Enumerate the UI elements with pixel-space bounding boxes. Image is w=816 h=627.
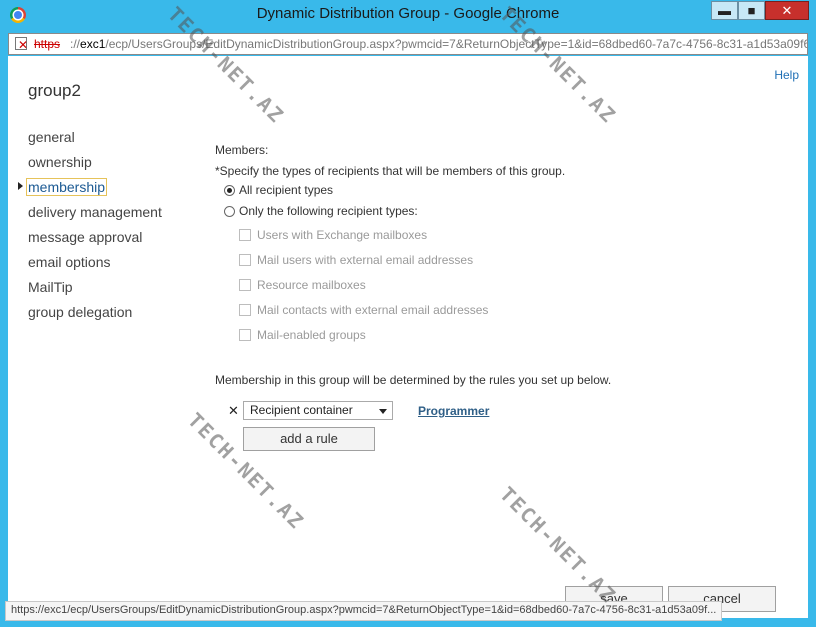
nav-item-delivery-management[interactable]: delivery management [28,203,162,228]
checkbox-icon [239,329,251,341]
nav-item-label: general [28,129,75,145]
checkbox-icon [239,304,251,316]
nav-item-label: membership [26,178,108,196]
address-scheme: https [34,37,61,51]
nav-item-membership[interactable]: membership [18,178,162,203]
status-bar-url: https://exc1/ecp/UsersGroups/EditDynamic… [5,601,723,621]
checkbox-mail-users-external[interactable]: Mail users with external email addresses [239,253,473,267]
radio-selected-icon [224,185,235,196]
rules-note: Membership in this group will be determi… [215,373,612,387]
rule-condition-value: Recipient container [250,403,353,417]
maximize-button[interactable]: ■ [738,1,765,20]
browser-window: Dynamic Distribution Group - Google Chro… [0,0,816,627]
nav-item-message-approval[interactable]: message approval [28,228,162,253]
address-separator: :// [70,37,81,51]
nav-item-label: delivery management [28,204,162,220]
members-heading: Members: [215,143,269,157]
nav-item-label: group delegation [28,304,133,320]
checkbox-label: Mail-enabled groups [257,328,366,342]
checkbox-users-exchange-mailboxes[interactable]: Users with Exchange mailboxes [239,228,427,242]
nav-item-ownership[interactable]: ownership [28,153,162,178]
page-content: Help group2 general ownership membership… [8,56,808,618]
checkbox-mail-enabled-groups[interactable]: Mail-enabled groups [239,328,366,342]
checkbox-icon [239,254,251,266]
checkbox-icon [239,279,251,291]
radio-unselected-icon [224,206,235,217]
checkbox-label: Mail contacts with external email addres… [257,303,489,317]
checkbox-label: Users with Exchange mailboxes [257,228,428,242]
remove-rule-icon[interactable]: ✕ [228,403,239,419]
chevron-down-icon [379,409,387,414]
radio-only-label: Only the following recipient types: [239,204,418,218]
checkbox-mail-contacts-external[interactable]: Mail contacts with external email addres… [239,303,488,317]
checkbox-icon [239,229,251,241]
members-instruction: *Specify the types of recipients that wi… [215,164,566,178]
window-title: Dynamic Distribution Group - Google Chro… [256,5,560,22]
nav-item-group-delegation[interactable]: group delegation [28,303,162,328]
nav-item-label: ownership [28,154,92,170]
title-bar: Dynamic Distribution Group - Google Chro… [0,0,816,30]
nav-item-mailtip[interactable]: MailTip [28,278,162,303]
add-rule-button[interactable]: add a rule [243,427,375,451]
insecure-page-icon[interactable] [15,35,28,54]
address-bar[interactable]: https ://exc1/ecp/UsersGroups/EditDynami… [8,33,808,55]
selected-arrow-icon [18,182,23,190]
checkbox-resource-mailboxes[interactable]: Resource mailboxes [239,278,366,292]
nav-item-general[interactable]: general [28,128,162,153]
minimize-button[interactable]: ▬ [711,1,738,20]
rule-value-link[interactable]: Programmer [418,404,489,418]
sidebar-nav: general ownership membership delivery ma… [18,128,162,328]
radio-all-label: All recipient types [239,183,334,197]
radio-all-recipient-types[interactable]: All recipient types [224,183,333,197]
checkbox-label: Resource mailboxes [257,278,366,292]
nav-item-label: message approval [28,229,143,245]
help-link[interactable]: Help [774,68,799,82]
nav-item-label: MailTip [28,279,73,295]
page-title: group2 [28,81,81,100]
nav-item-email-options[interactable]: email options [28,253,162,278]
nav-item-label: email options [28,254,111,270]
close-button[interactable]: ✕ [765,1,809,20]
address-host: exc1 [80,37,106,51]
rule-condition-select[interactable]: Recipient container [243,401,393,420]
radio-only-following-types[interactable]: Only the following recipient types: [224,204,418,218]
checkbox-label: Mail users with external email addresses [257,253,474,267]
